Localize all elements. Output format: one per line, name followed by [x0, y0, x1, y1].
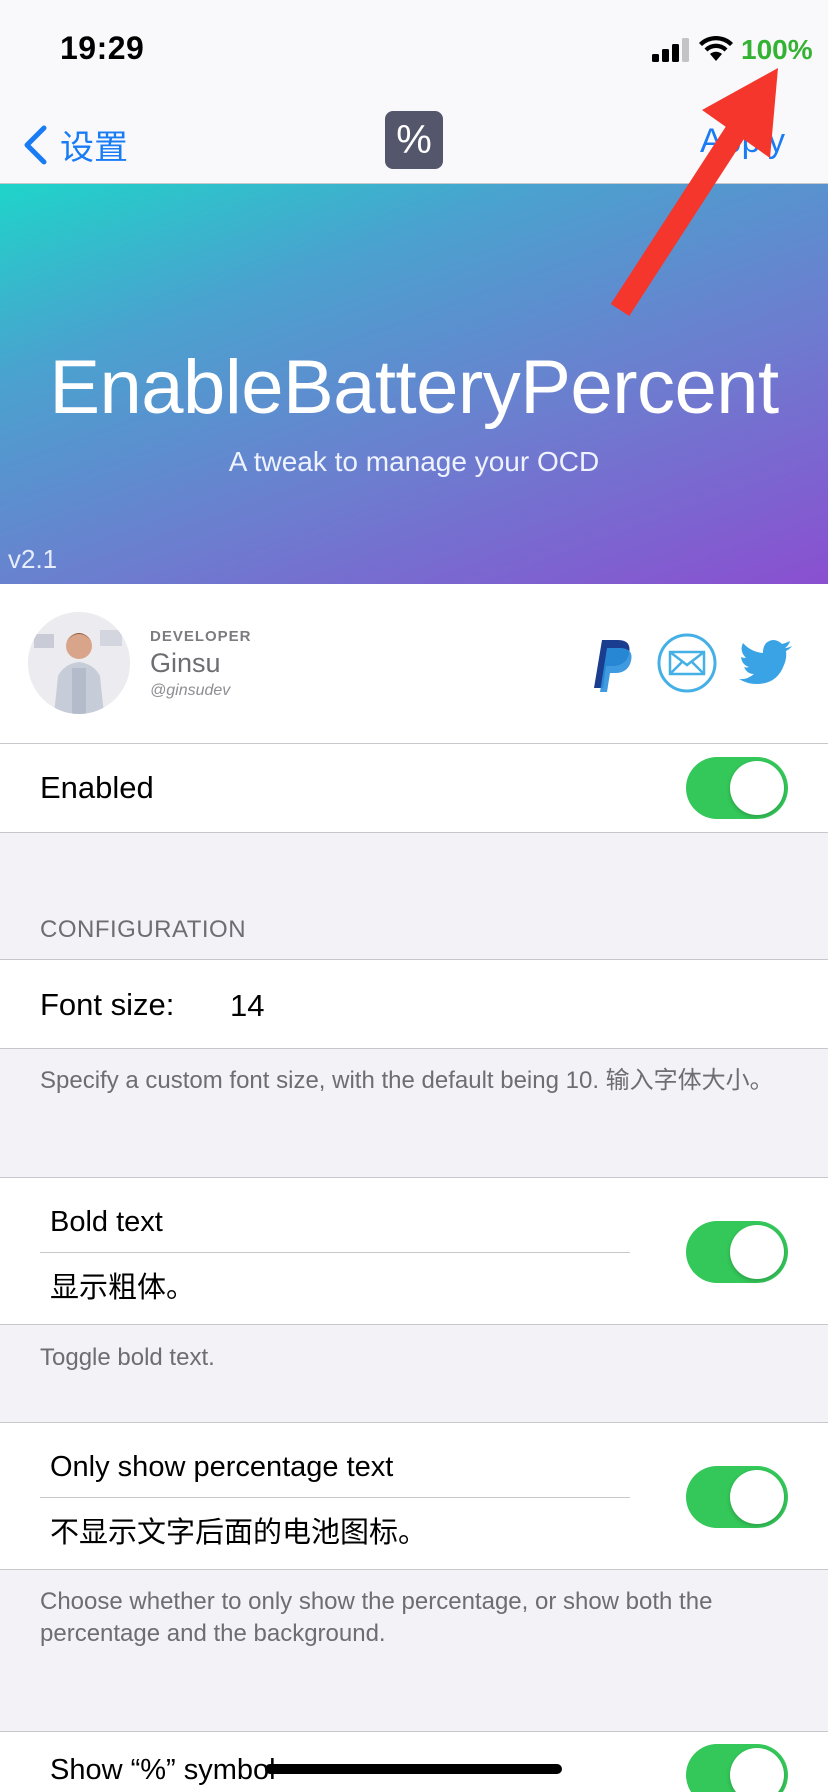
enabled-label: Enabled [40, 770, 154, 805]
developer-handle: @ginsudev [150, 682, 231, 699]
bold-text-label: Bold text [50, 1206, 163, 1238]
divider [40, 1252, 630, 1253]
wifi-icon [699, 35, 733, 61]
developer-cell: DEVELOPER Ginsu @ginsudev [0, 584, 828, 744]
navigation-bar: 设置 % Apply [0, 96, 828, 184]
only-percentage-label: Only show percentage text [50, 1451, 394, 1483]
bold-text-sublabel: 显示粗体。 [50, 1272, 196, 1304]
font-size-row: Font size: 14 [0, 959, 828, 1049]
enabled-row: Enabled [0, 744, 828, 833]
font-size-label: Font size: [40, 987, 175, 1022]
twitter-icon[interactable] [736, 632, 798, 694]
bold-text-toggle[interactable] [686, 1221, 788, 1283]
show-symbol-row: Show “%” symbol [0, 1731, 828, 1792]
only-percentage-row: Only show percentage text 不显示文字后面的电池图标。 [0, 1422, 828, 1570]
show-symbol-toggle[interactable] [686, 1744, 788, 1792]
tweak-percent-icon: % [385, 111, 443, 169]
developer-label: DEVELOPER [150, 628, 252, 645]
only-percentage-sublabel: 不显示文字后面的电池图标。 [50, 1517, 428, 1549]
bold-text-row: Bold text 显示粗体。 [0, 1177, 828, 1325]
bold-text-footer: Toggle bold text. [40, 1344, 215, 1371]
apply-button[interactable]: Apply [700, 122, 785, 161]
status-time: 19:29 [60, 30, 145, 66]
mail-icon[interactable] [656, 632, 718, 694]
only-percentage-toggle[interactable] [686, 1466, 788, 1528]
enabled-toggle[interactable] [686, 757, 788, 819]
back-label: 设置 [60, 129, 128, 167]
version-label: v2.1 [8, 544, 58, 574]
back-button[interactable]: 设置 [22, 120, 128, 169]
paypal-icon[interactable] [578, 632, 640, 694]
cellular-signal-icon [652, 38, 689, 62]
battery-percent: 100% [741, 34, 813, 65]
divider [40, 1497, 630, 1498]
developer-avatar [28, 612, 130, 714]
font-size-footer: Specify a custom font size, with the def… [40, 1067, 774, 1094]
hero-subtitle: A tweak to manage your OCD [228, 446, 600, 477]
configuration-header: CONFIGURATION [40, 916, 247, 943]
chevron-left-icon [24, 125, 47, 164]
show-symbol-label: Show “%” symbol [50, 1754, 276, 1786]
developer-name: Ginsu [150, 648, 221, 678]
font-size-input[interactable]: 14 [230, 988, 264, 1024]
only-percentage-footer: Choose whether to only show the percenta… [40, 1588, 713, 1647]
hero-title: EnableBatteryPercent [49, 345, 779, 430]
status-bar: 19:29 100% [0, 0, 828, 96]
hero-banner: EnableBatteryPercent A tweak to manage y… [0, 184, 828, 584]
home-indicator [265, 1764, 562, 1774]
